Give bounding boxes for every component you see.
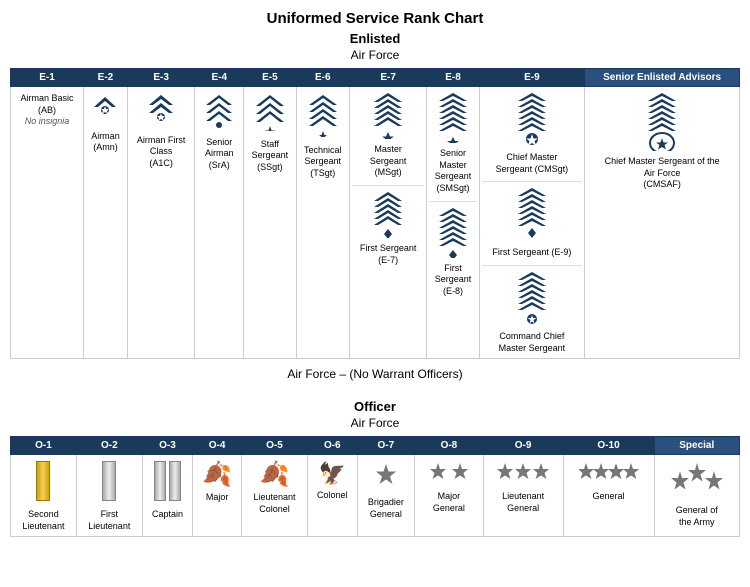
- enlisted-section-title: Enlisted: [10, 31, 740, 46]
- e1-name: Airman Basic(AB): [13, 93, 81, 116]
- rank-e5: StaffSergeant(SSgt): [244, 87, 296, 359]
- officer-header-o4: O-4: [193, 437, 242, 455]
- o5-insignia: 🍂: [244, 461, 305, 490]
- e8-subrank: FirstSergeant(E-8): [429, 201, 476, 298]
- rank-senior: Chief Master Sergeant of theAir Force(CM…: [585, 87, 740, 359]
- o9-insignia: [486, 461, 561, 489]
- e9-subrank2: Command ChiefMaster Sergeant: [482, 265, 583, 354]
- enlisted-header-e6: E-6: [296, 69, 349, 87]
- o8-insignia: [417, 461, 481, 489]
- enlisted-header-e4: E-4: [195, 69, 244, 87]
- enlisted-header-e5: E-5: [244, 69, 296, 87]
- o3-name: Captain: [145, 509, 190, 521]
- e1-note: No insignia: [25, 116, 70, 126]
- officer-header-o10: O-10: [563, 437, 654, 455]
- rank-e2: Airman(Amn): [83, 87, 127, 359]
- e9-subrank1: First Sergeant (E-9): [482, 181, 583, 259]
- e8-primary: SeniorMasterSergeant(SMSgt): [429, 91, 476, 195]
- o1-insignia: [13, 461, 74, 507]
- officer-header-o6: O-6: [307, 437, 357, 455]
- o4-insignia: 🍂: [195, 461, 239, 490]
- o1-name: SecondLieutenant: [13, 509, 74, 532]
- rank-e8: SeniorMasterSergeant(SMSgt) FirstSergean…: [427, 87, 479, 359]
- e7-primary: MasterSergeant(MSgt): [352, 91, 424, 179]
- o2-insignia: [79, 461, 140, 507]
- page-title: Uniformed Service Rank Chart: [10, 10, 740, 27]
- enlisted-header-e3: E-3: [127, 69, 194, 87]
- rank-e7: MasterSergeant(MSgt) First Sergeant(E-7): [349, 87, 426, 359]
- rank-e4: SeniorAirman(SrA): [195, 87, 244, 359]
- e6-name: TechnicalSergeant(TSgt): [299, 145, 347, 180]
- officer-header-o7: O-7: [357, 437, 414, 455]
- officer-header-o2: O-2: [76, 437, 142, 455]
- air-force-enlisted-label: Air Force: [10, 48, 740, 62]
- e9-sub2-name: Command ChiefMaster Sergeant: [482, 331, 583, 354]
- o8-name: MajorGeneral: [417, 491, 481, 514]
- rank-o1: SecondLieutenant: [11, 455, 77, 537]
- enlisted-rank-table: E-1 E-2 E-3 E-4 E-5 E-6 E-7 E-8 E-9 Seni…: [10, 68, 740, 359]
- o10-insignia: [566, 461, 652, 489]
- air-force-officer-label: Air Force: [10, 416, 740, 430]
- o6-insignia: 🦅: [310, 461, 355, 487]
- enlisted-header-e7: E-7: [349, 69, 426, 87]
- rank-o3: Captain: [142, 455, 192, 537]
- rank-e3: Airman FirstClass(A1C): [127, 87, 194, 359]
- e9-primary: Chief MasterSergeant (CMSgt): [482, 91, 583, 175]
- e9-name: Chief MasterSergeant (CMSgt): [482, 152, 583, 175]
- enlisted-header-e9: E-9: [479, 69, 585, 87]
- officer-section-title: Officer: [10, 399, 740, 414]
- e2-name: Airman(Amn): [86, 131, 125, 154]
- enlisted-header-e2: E-2: [83, 69, 127, 87]
- rank-o7: BrigadierGeneral: [357, 455, 414, 537]
- rank-o5: 🍂 LieutenantColonel: [242, 455, 308, 537]
- e5-insignia: [246, 93, 293, 137]
- e8-name: SeniorMasterSergeant(SMSgt): [429, 148, 476, 195]
- o9-name: LieutenantGeneral: [486, 491, 561, 514]
- rank-e9: Chief MasterSergeant (CMSgt) First Serge…: [479, 87, 585, 359]
- rank-o2: FirstLieutenant: [76, 455, 142, 537]
- o3-insignia: [145, 461, 190, 507]
- o5-name: LieutenantColonel: [244, 492, 305, 515]
- e4-name: SeniorAirman(SrA): [197, 137, 241, 172]
- o7-insignia: [360, 461, 412, 495]
- no-warrant-note: Air Force – (No Warrant Officers): [10, 367, 740, 381]
- officer-header-o9: O-9: [483, 437, 563, 455]
- e3-insignia: [130, 93, 192, 133]
- officer-rank-table: O-1 O-2 O-3 O-4 O-5 O-6 O-7 O-8 O-9 O-10…: [10, 436, 740, 537]
- o4-name: Major: [195, 492, 239, 504]
- o7-name: BrigadierGeneral: [360, 497, 412, 520]
- officer-header-o8: O-8: [415, 437, 484, 455]
- e7-name: MasterSergeant(MSgt): [352, 144, 424, 179]
- e8-sub-name: FirstSergeant(E-8): [429, 263, 476, 298]
- rank-e1: Airman Basic(AB) No insignia: [11, 87, 84, 359]
- rank-o8: MajorGeneral: [415, 455, 484, 537]
- officer-header-o3: O-3: [142, 437, 192, 455]
- rank-o4: 🍂 Major: [193, 455, 242, 537]
- rank-o9: LieutenantGeneral: [483, 455, 563, 537]
- enlisted-header-e8: E-8: [427, 69, 479, 87]
- o10-name: General: [566, 491, 652, 503]
- senior-name: Chief Master Sergeant of theAir Force(CM…: [587, 156, 737, 191]
- e5-name: StaffSergeant(SSgt): [246, 139, 293, 174]
- e9-sub1-name: First Sergeant (E-9): [482, 247, 583, 259]
- special-insignia: [657, 461, 737, 503]
- enlisted-header-e1: E-1: [11, 69, 84, 87]
- o2-name: FirstLieutenant: [79, 509, 140, 532]
- rank-o6: 🦅 Colonel: [307, 455, 357, 537]
- officer-header-o5: O-5: [242, 437, 308, 455]
- rank-e6: TechnicalSergeant(TSgt): [296, 87, 349, 359]
- rank-special: General ofthe Army: [654, 455, 739, 537]
- special-name: General ofthe Army: [657, 505, 737, 528]
- e4-insignia: [197, 93, 241, 135]
- e2-insignia: [86, 93, 125, 129]
- e7-subrank: First Sergeant(E-7): [352, 185, 424, 266]
- officer-header-special: Special: [654, 437, 739, 455]
- o6-name: Colonel: [310, 490, 355, 502]
- rank-o10: General: [563, 455, 654, 537]
- e3-name: Airman FirstClass(A1C): [130, 135, 192, 170]
- e6-insignia: [299, 93, 347, 143]
- e7-sub-name: First Sergeant(E-7): [352, 243, 424, 266]
- officer-header-o1: O-1: [11, 437, 77, 455]
- enlisted-header-senior: Senior Enlisted Advisors: [585, 69, 740, 87]
